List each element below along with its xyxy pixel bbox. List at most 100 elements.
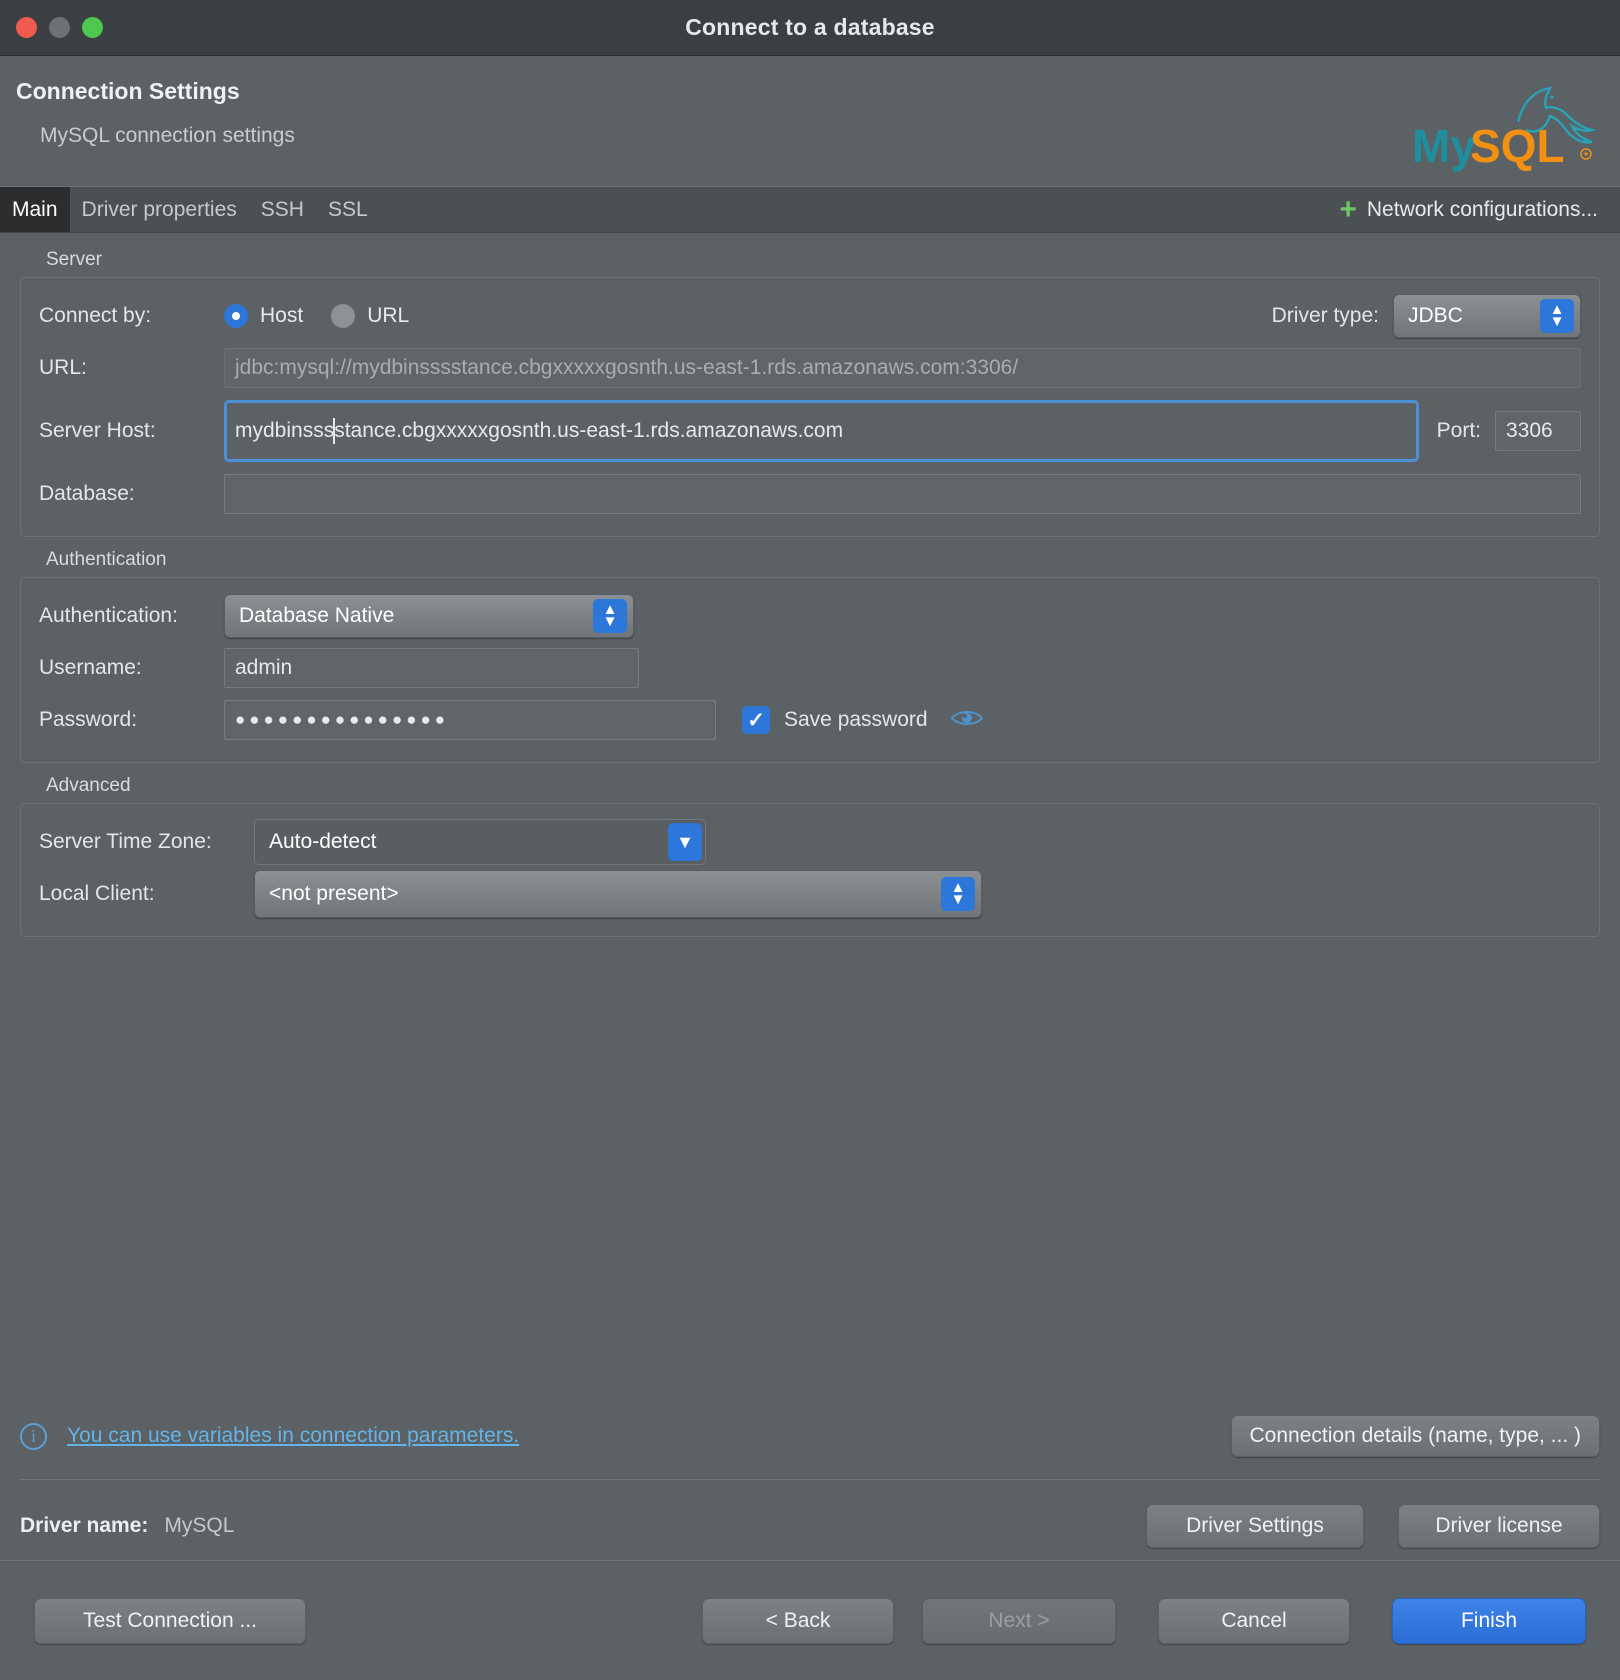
radio-host[interactable]: Host	[224, 304, 303, 328]
tab-ssh[interactable]: SSH	[249, 187, 316, 232]
driver-buttons: Driver Settings Driver license	[1146, 1504, 1600, 1548]
advanced-group: Server Time Zone: Auto-detect ▼ Local Cl…	[20, 803, 1600, 937]
chevron-down-icon[interactable]: ▼	[668, 823, 702, 861]
mysql-logo: My SQL	[1400, 84, 1600, 176]
connection-details-button[interactable]: Connection details (name, type, ... )	[1230, 1415, 1600, 1457]
page-title: Connection Settings	[16, 78, 240, 104]
local-client-label: Local Client:	[39, 882, 155, 905]
url-row: URL: jdbc:mysql://mydbinsssstance.cbgxxx…	[39, 342, 1581, 394]
username-label: Username:	[39, 656, 142, 679]
authentication-group: Authentication: Database Native ▲ ▼ Usern…	[20, 577, 1600, 763]
radio-host-label: Host	[260, 304, 304, 327]
info-icon: i	[20, 1422, 47, 1450]
server-host-value-before-caret: mydbinsss	[235, 419, 335, 442]
server-host-input[interactable]: mydbinsss stance.cbgxxxxxgosnth.us-east-1…	[224, 400, 1419, 462]
checkmark-icon: ✓	[742, 706, 770, 734]
local-client-select[interactable]: <not present> ▲ ▼	[254, 870, 982, 918]
server-host-row: Server Host: mydbinsss stance.cbgxxxxxgos…	[39, 394, 1581, 468]
database-label: Database:	[39, 482, 135, 505]
tab-bar: Main Driver properties SSH SSL + Network…	[0, 187, 1620, 233]
server-group: Connect by: Host URL Driver type: JDBC ▲…	[20, 277, 1600, 537]
driver-settings-button[interactable]: Driver Settings	[1146, 1504, 1364, 1548]
local-client-value: <not present>	[269, 882, 399, 905]
radio-url-indicator	[331, 304, 356, 328]
tab-ssl[interactable]: SSL	[316, 187, 380, 232]
authentication-value: Database Native	[239, 604, 395, 627]
window-title: Connect to a database	[685, 14, 935, 40]
server-time-zone-label: Server Time Zone:	[39, 830, 212, 853]
url-label: URL:	[39, 356, 87, 379]
username-value: admin	[235, 656, 293, 679]
network-configurations-label: Network configurations...	[1366, 197, 1598, 221]
driver-type-value: JDBC	[1408, 304, 1463, 327]
window-titlebar: Connect to a database	[0, 0, 1620, 56]
driver-name-label: Driver name:	[20, 1514, 149, 1537]
username-input[interactable]: admin	[224, 648, 639, 688]
server-host-value-after-caret: stance.cbgxxxxxgosnth.us-east-1.rds.amaz…	[334, 419, 844, 442]
authentication-group-label: Authentication	[46, 549, 167, 570]
info-row: i You can use variables in connection pa…	[20, 1415, 1600, 1457]
back-button[interactable]: < Back	[702, 1597, 894, 1644]
server-host-label: Server Host:	[39, 419, 156, 442]
tab-ssh-label: SSH	[260, 197, 304, 221]
svg-text:My: My	[1412, 120, 1476, 172]
tab-main[interactable]: Main	[0, 187, 70, 232]
eye-icon[interactable]	[950, 707, 984, 734]
dialog-header: Connection Settings MySQL connection set…	[0, 56, 1620, 187]
port-label: Port:	[1436, 419, 1481, 442]
username-row: Username: admin	[39, 642, 1581, 694]
radio-url[interactable]: URL	[331, 304, 409, 328]
server-time-zone-value: Auto-detect	[269, 830, 377, 853]
radio-url-label: URL	[367, 304, 410, 327]
driver-row: Driver name: MySQL Driver Settings Drive…	[20, 1480, 1600, 1548]
variables-help-link[interactable]: You can use variables in connection para…	[67, 1424, 519, 1448]
plus-icon: +	[1339, 192, 1357, 226]
tab-main-label: Main	[12, 197, 58, 221]
cancel-button[interactable]: Cancel	[1158, 1597, 1350, 1644]
test-connection-button[interactable]: Test Connection ...	[34, 1597, 306, 1644]
info-left: i You can use variables in connection pa…	[20, 1422, 519, 1450]
connect-by-label: Connect by:	[39, 304, 152, 327]
database-input[interactable]	[224, 474, 1581, 514]
tab-driver-properties[interactable]: Driver properties	[70, 187, 249, 232]
server-time-zone-row: Server Time Zone: Auto-detect ▼	[39, 816, 1581, 868]
bottom-area: i You can use variables in connection pa…	[20, 1401, 1600, 1548]
port-value: 3306	[1506, 419, 1553, 442]
driver-license-button[interactable]: Driver license	[1398, 1504, 1600, 1548]
authentication-label: Authentication:	[39, 604, 178, 627]
radio-host-indicator	[224, 304, 248, 328]
dialog-footer: Test Connection ... < Back Next > Cancel…	[0, 1560, 1620, 1680]
port-input[interactable]: 3306	[1495, 411, 1581, 451]
server-time-zone-combo[interactable]: Auto-detect ▼	[254, 819, 706, 865]
save-password-checkbox[interactable]: ✓ Save password	[742, 706, 928, 734]
url-value: jdbc:mysql://mydbinsssstance.cbgxxxxxgos…	[235, 356, 1019, 379]
connect-to-database-dialog: Connect to a database Connection Setting…	[0, 0, 1620, 1680]
chevron-updown-icon: ▲ ▼	[593, 599, 627, 633]
server-group-label: Server	[46, 249, 102, 270]
authentication-row: Authentication: Database Native ▲ ▼	[39, 590, 1581, 642]
advanced-group-label: Advanced	[46, 775, 131, 796]
connect-by-row: Connect by: Host URL Driver type: JDBC ▲…	[39, 290, 1581, 342]
password-row: Password: ●●●●●●●●●●●●●●● ✓ Save passwor…	[39, 694, 1581, 746]
password-label: Password:	[39, 708, 138, 731]
tab-driver-properties-label: Driver properties	[81, 197, 237, 221]
next-button[interactable]: Next >	[922, 1597, 1116, 1644]
driver-type-select[interactable]: JDBC ▲ ▼	[1393, 294, 1581, 338]
chevron-updown-icon: ▲ ▼	[1540, 299, 1574, 333]
dialog-content: Server Connect by: Host URL Driver type:…	[0, 233, 1620, 1560]
url-input[interactable]: jdbc:mysql://mydbinsssstance.cbgxxxxxgos…	[224, 348, 1581, 388]
network-configurations-button[interactable]: + Network configurations...	[1339, 187, 1598, 232]
driver-name-block: Driver name: MySQL	[20, 1514, 234, 1538]
database-row: Database:	[39, 468, 1581, 520]
authentication-select[interactable]: Database Native ▲ ▼	[224, 594, 634, 638]
svg-text:SQL: SQL	[1470, 120, 1565, 172]
save-password-label: Save password	[784, 708, 928, 731]
finish-button[interactable]: Finish	[1392, 1597, 1586, 1644]
page-subtitle: MySQL connection settings	[40, 124, 295, 147]
local-client-row: Local Client: <not present> ▲ ▼	[39, 868, 1581, 920]
driver-type-label: Driver type:	[1271, 304, 1379, 327]
tab-ssl-label: SSL	[327, 197, 368, 221]
driver-name-value: MySQL	[164, 1514, 235, 1537]
password-input[interactable]: ●●●●●●●●●●●●●●●	[224, 700, 716, 740]
password-value: ●●●●●●●●●●●●●●●	[235, 710, 450, 729]
